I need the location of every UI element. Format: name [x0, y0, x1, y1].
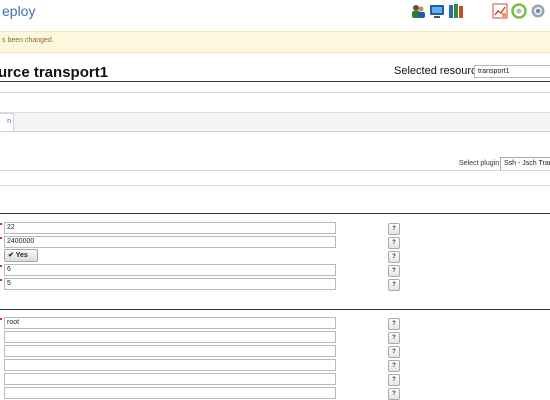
section-divider: [0, 309, 550, 310]
help-button[interactable]: ?: [388, 346, 400, 358]
settings-icon[interactable]: [530, 3, 546, 19]
toggle-label: Yes: [15, 252, 28, 259]
section-divider: [0, 213, 550, 214]
divider: [0, 92, 550, 93]
required-marker: [0, 265, 2, 267]
help-button[interactable]: ?: [388, 318, 400, 330]
check-icon: ✔: [8, 252, 14, 259]
refresh-icon[interactable]: [511, 3, 527, 19]
help-button[interactable]: ?: [388, 332, 400, 344]
top-bar: eploy: [0, 0, 550, 24]
timeout-field[interactable]: 2400000: [4, 236, 336, 248]
text-field[interactable]: [4, 359, 336, 371]
help-button[interactable]: ?: [388, 237, 400, 249]
required-marker: [0, 279, 2, 281]
help-button[interactable]: ?: [388, 360, 400, 372]
help-button[interactable]: ?: [388, 251, 400, 263]
text-field[interactable]: [4, 345, 336, 357]
title-divider: [0, 81, 550, 82]
plugin-select[interactable]: Ssh - Jsch Transport: [500, 157, 550, 171]
chart-icon[interactable]: [492, 3, 508, 19]
required-marker: [0, 237, 2, 239]
required-marker: [0, 318, 2, 320]
divider: [0, 185, 550, 186]
help-button[interactable]: ?: [388, 388, 400, 400]
tab-strip: [0, 112, 550, 132]
selected-resource-label: Selected resource:: [394, 65, 486, 77]
retry-field[interactable]: 6: [4, 264, 336, 276]
required-marker: [0, 223, 2, 225]
retry-delay-field[interactable]: 5: [4, 278, 336, 290]
monitor-icon[interactable]: [429, 3, 445, 19]
username-field[interactable]: root: [4, 317, 336, 329]
help-button[interactable]: ?: [388, 223, 400, 235]
page-title: urce transport1: [0, 64, 109, 81]
books-icon[interactable]: [448, 3, 464, 19]
plugin-label: Select plugin: [459, 160, 500, 167]
app-brand[interactable]: eploy: [2, 3, 35, 19]
divider: [0, 170, 550, 171]
text-field[interactable]: [4, 387, 336, 399]
users-icon[interactable]: [410, 3, 426, 19]
selected-resource-field[interactable]: transport1: [474, 65, 550, 78]
port-field[interactable]: 22: [4, 222, 336, 234]
text-field[interactable]: [4, 331, 336, 343]
help-button[interactable]: ?: [388, 265, 400, 277]
tab-active[interactable]: n: [0, 113, 14, 131]
text-field[interactable]: [4, 373, 336, 385]
yes-toggle-button[interactable]: ✔ Yes: [4, 249, 38, 262]
help-button[interactable]: ?: [388, 374, 400, 386]
help-button[interactable]: ?: [388, 279, 400, 291]
change-notice: s been changed.: [0, 31, 550, 53]
notice-text: s been changed.: [2, 37, 54, 44]
